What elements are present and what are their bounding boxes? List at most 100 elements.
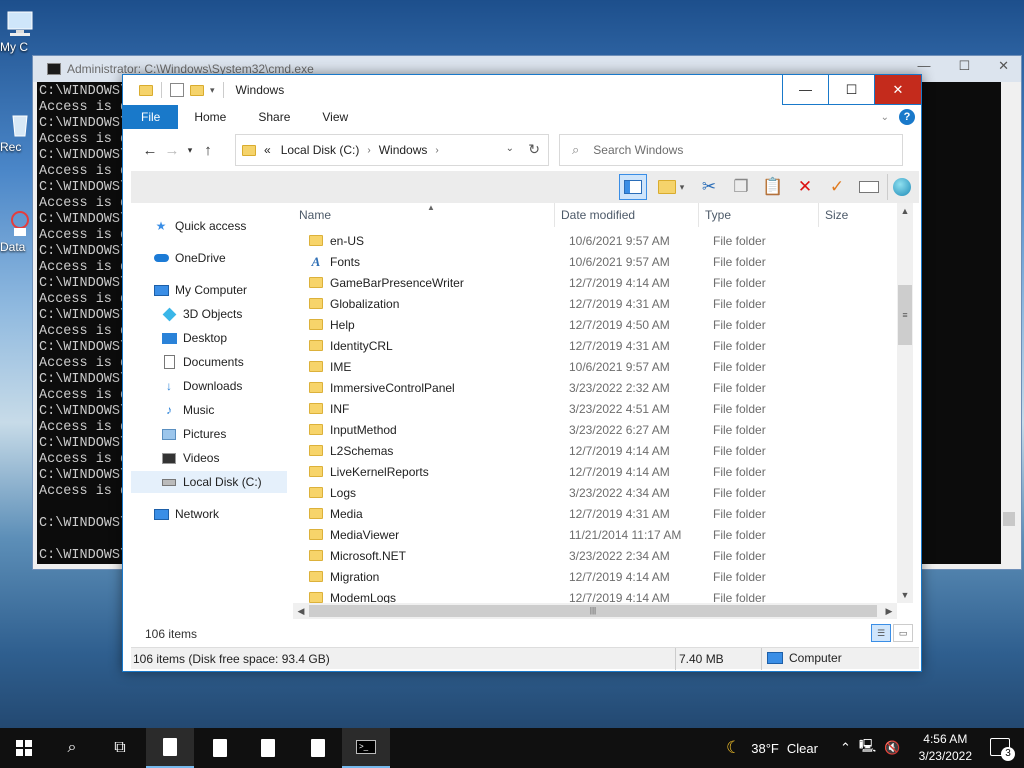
nav-item-quick-access[interactable]: ★ Quick access [131,215,247,237]
recent-locations-icon[interactable]: ▾ [183,145,197,156]
volume-muted-icon[interactable]: 🔇 [884,740,900,756]
file-row[interactable]: GameBarPresenceWriter 12/7/2019 4:14 AM Fi… [293,272,899,293]
close-button[interactable]: ✕ [875,75,921,105]
notifications-button[interactable]: 3 [990,738,1015,761]
horizontal-scroll-thumb[interactable]: ||| [309,605,877,617]
nav-item-videos[interactable]: Videos [131,447,219,469]
file-list[interactable]: Name ▲ Date modified Type Size en-US 10/6… [293,203,913,603]
forward-button[interactable]: → [161,142,183,159]
properties-icon[interactable] [855,174,883,200]
nav-item-my-computer[interactable]: My Computer [131,279,247,301]
paste-icon[interactable]: 📋 [759,174,787,200]
nav-item-local-disk-c[interactable]: Local Disk (C:) [131,471,287,493]
horizontal-scrollbar[interactable]: ◀ ||| ▶ [293,603,897,619]
file-row[interactable]: L2Schemas 12/7/2019 4:14 AM File folder [293,440,899,461]
scroll-right-icon[interactable]: ▶ [881,603,897,619]
scroll-left-icon[interactable]: ◀ [293,603,309,619]
file-row[interactable]: Logs 3/23/2022 4:34 AM File folder [293,482,899,503]
up-button[interactable]: ↑ [197,142,219,159]
vertical-scroll-thumb[interactable]: ≡ [898,285,912,345]
nav-item-downloads[interactable]: ↓ Downloads [131,375,242,397]
file-row[interactable]: MediaViewer 11/21/2014 11:17 AM File folde… [293,524,899,545]
file-row[interactable]: IdentityCRL 12/7/2019 4:31 AM File folder [293,335,899,356]
cmd-close-button[interactable]: ✕ [998,58,1009,74]
scroll-down-icon[interactable]: ▼ [897,587,913,603]
tab-home[interactable]: Home [178,105,242,129]
nav-item-network[interactable]: Network [131,503,219,525]
help-icon[interactable]: ? [899,109,915,125]
file-row[interactable]: ImmersiveControlPanel 3/23/2022 2:32 AM Fi… [293,377,899,398]
file-row[interactable]: Migration 12/7/2019 4:14 AM File folder [293,566,899,587]
globe-icon[interactable] [887,174,915,200]
nav-item-3d-objects[interactable]: 3D Objects [131,303,242,325]
file-row[interactable]: A Fonts 10/6/2021 9:57 AM File folder [293,251,899,272]
cut-icon[interactable]: ✂ [695,174,723,200]
explorer-title-bar[interactable]: ▾ Windows — ☐ ✕ [123,75,921,105]
file-row[interactable]: InputMethod 3/23/2022 6:27 AM File folder [293,419,899,440]
cmd-minimize-button[interactable]: — [917,58,930,74]
cmd-maximize-button[interactable]: ☐ [958,58,970,74]
new-folder-icon[interactable]: ▾ [651,174,691,200]
properties-icon[interactable] [170,83,184,97]
file-row[interactable]: en-US 10/6/2021 9:57 AM File folder [293,230,899,251]
expand-ribbon-icon[interactable]: ⌄ [881,112,889,123]
search-button[interactable]: ⌕ [48,728,96,768]
back-button[interactable]: ← [139,142,161,159]
chevron-up-icon[interactable]: ⌃ [840,740,851,756]
breadcrumb-windows[interactable]: Windows [379,143,428,157]
new-folder-icon[interactable] [190,84,204,96]
file-row[interactable]: Globalization 12/7/2019 4:31 AM File folde… [293,293,899,314]
explorer-window[interactable]: ▾ Windows — ☐ ✕ File Home Share View ⌄ ?… [122,74,922,672]
breadcrumb-chevron-icon[interactable]: › [367,145,370,156]
maximize-button[interactable]: ☐ [829,75,875,105]
address-bar[interactable]: « Local Disk (C:) › Windows › ⌄ ↻ [235,134,549,166]
taskbar-app-cmd[interactable]: >_ [342,728,390,768]
navigation-pane-icon[interactable] [619,174,647,200]
tab-file[interactable]: File [123,105,179,129]
search-input[interactable]: ⌕ Search Windows [559,134,903,166]
address-dropdown-icon[interactable]: ⌄ [506,143,514,154]
clock[interactable]: 4:56 AM 3/23/2022 [919,731,972,765]
tab-share[interactable]: Share [242,105,306,129]
large-icons-view-icon[interactable]: ▭ [893,624,913,642]
vertical-scrollbar[interactable]: ▲ ≡ ▼ [897,203,913,603]
weather-widget[interactable]: ☾ 38°F Clear [726,728,818,768]
cmd-scroll-thumb[interactable] [1003,512,1015,526]
minimize-button[interactable]: — [783,75,829,105]
nav-item-onedrive[interactable]: OneDrive [131,247,226,269]
taskbar-app-4[interactable] [294,728,342,768]
tab-view[interactable]: View [306,105,364,129]
nav-item-documents[interactable]: Documents [131,351,244,373]
copy-icon[interactable]: ❐ [727,174,755,200]
taskbar-app-3[interactable] [244,728,292,768]
file-row[interactable]: Help 12/7/2019 4:50 AM File folder [293,314,899,335]
network-icon[interactable]: 🖳 [859,737,876,759]
file-row[interactable]: IME 10/6/2021 9:57 AM File folder [293,356,899,377]
scroll-up-icon[interactable]: ▲ [897,203,913,219]
cmd-scrollbar[interactable] [1001,82,1017,564]
column-size[interactable]: Size [819,203,899,227]
details-view-icon[interactable]: ☰ [871,624,891,642]
customize-quick-access-icon[interactable]: ▾ [210,85,215,96]
column-name[interactable]: Name [293,203,555,227]
delete-icon[interactable]: ✕ [791,174,819,200]
breadcrumb-local-disk[interactable]: Local Disk (C:) [281,143,360,157]
nav-item-desktop[interactable]: Desktop [131,327,227,349]
taskbar-app-2[interactable] [196,728,244,768]
taskbar-app-explorer-1[interactable] [146,728,194,768]
refresh-icon[interactable]: ↻ [528,141,540,158]
column-date-modified[interactable]: Date modified [555,203,699,227]
breadcrumb-overflow[interactable]: « [264,143,271,157]
nav-item-music[interactable]: ♪ Music [131,399,214,421]
breadcrumb-chevron-icon[interactable]: › [435,145,438,156]
nav-item-pictures[interactable]: Pictures [131,423,226,445]
file-row[interactable]: Microsoft.NET 3/23/2022 2:34 AM File folde… [293,545,899,566]
rename-check-icon[interactable]: ✓ [823,174,851,200]
file-row[interactable]: LiveKernelReports 12/7/2019 4:14 AM File f… [293,461,899,482]
file-row[interactable]: ModemLogs 12/7/2019 4:14 AM File folder [293,587,899,603]
desktop-icon-computer[interactable]: My C [0,8,40,54]
file-row[interactable]: INF 3/23/2022 4:51 AM File folder [293,398,899,419]
task-view-button[interactable]: ⧉ [96,728,144,768]
start-button[interactable] [0,728,48,768]
file-row[interactable]: Media 12/7/2019 4:31 AM File folder [293,503,899,524]
